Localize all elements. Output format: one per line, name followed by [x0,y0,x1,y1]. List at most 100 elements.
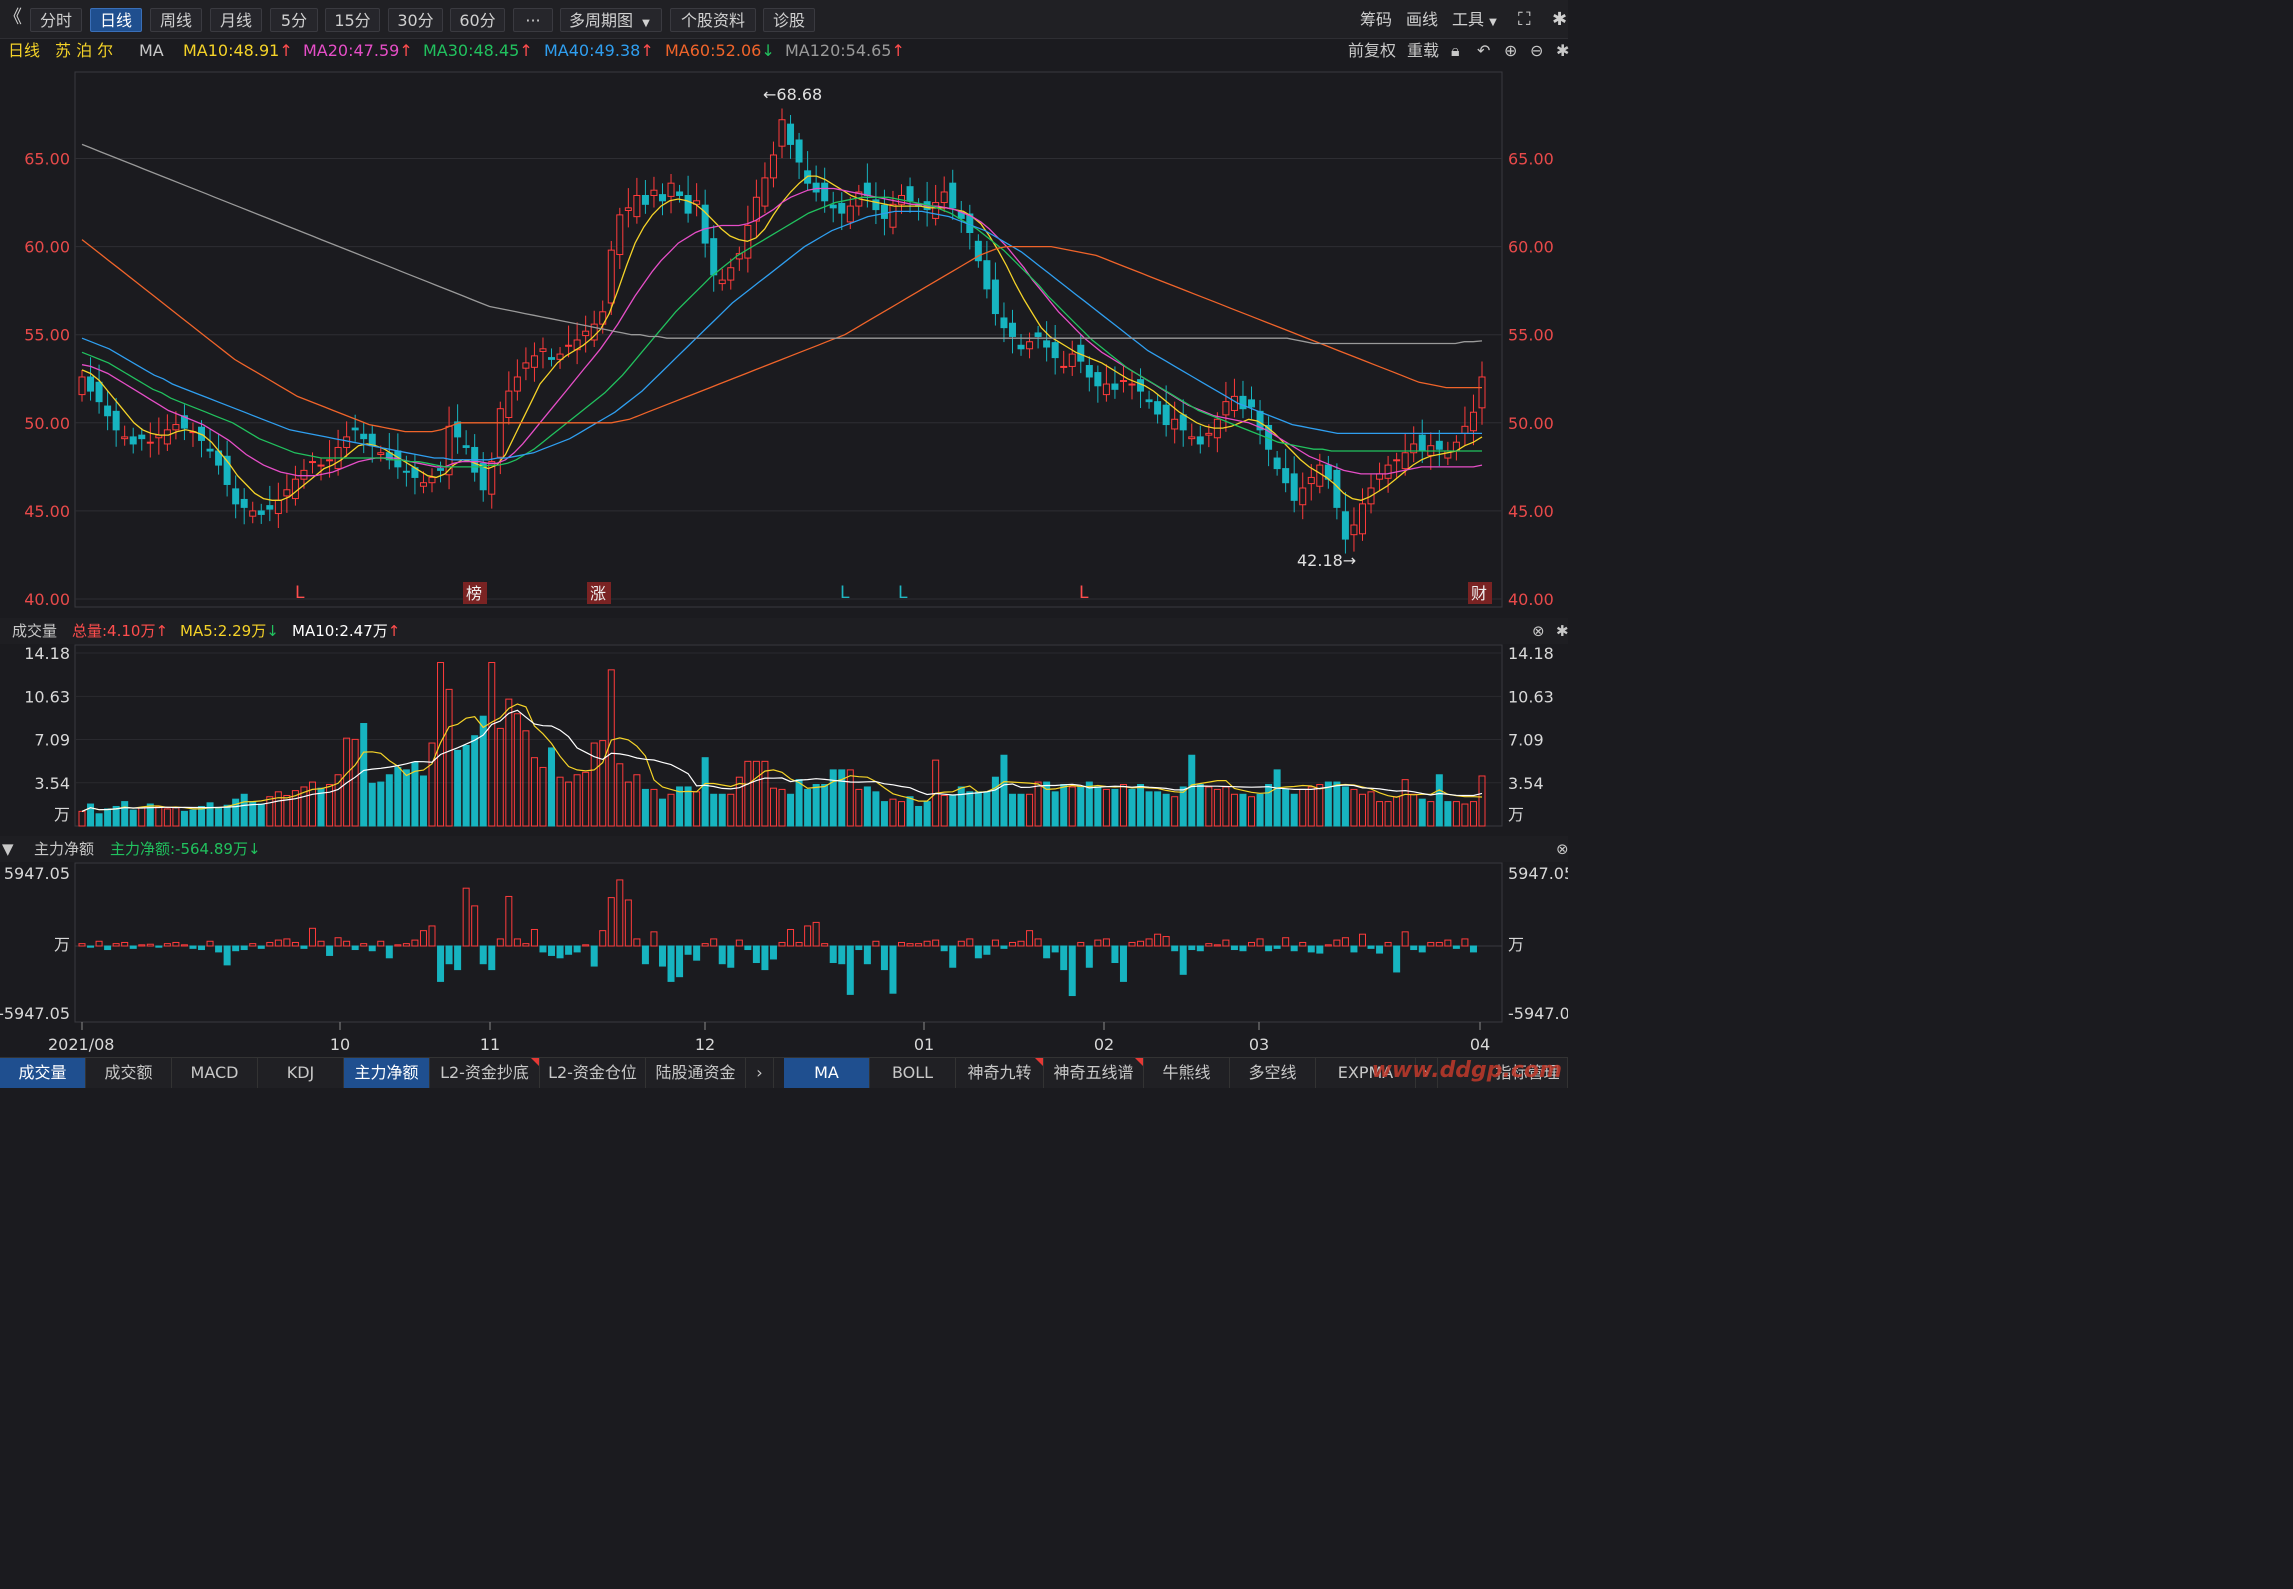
mainforce-value-text: 主力净额:-564.89万 [110,840,248,858]
volume-bar [326,784,334,827]
tab-turnover[interactable]: 成交额 [86,1058,172,1088]
close-icon[interactable]: ⊗ [1532,618,1545,644]
volume-bar [658,798,666,827]
volume-bar [1333,781,1341,827]
tab-l2-bottom[interactable]: L2-资金抄底 [430,1058,540,1088]
mainforce-bar [548,945,556,956]
mainforce-bar [744,945,752,951]
mainforce-bar [146,943,154,947]
mainforce-bar [462,887,470,947]
marker-cai[interactable]: 财 [1471,584,1487,603]
mainforce-bar [249,943,257,947]
mainforce-bar [1162,936,1170,947]
volume-title[interactable]: 成交量 [12,618,57,644]
candle-body [1043,340,1051,348]
candle-body [1119,380,1127,383]
kline-chart[interactable]: 65.00 65.00 60.00 60.00 55.00 55.00 50.00 50.00… [0,0,1568,1057]
mainforce-bar [411,939,419,947]
marker-l-3[interactable]: L [898,583,908,603]
volume-bar [419,775,427,827]
tab-hk-connect[interactable]: 陆股通资金 [646,1058,746,1088]
price-tick-label-left: 55.00 [24,326,70,345]
volume-bar [1137,784,1145,827]
marker-l-1[interactable]: L [295,583,305,603]
chevron-right-icon[interactable]: › [746,1058,774,1088]
candle-body [1196,436,1204,445]
mainforce-bar [257,945,265,949]
candle-body [607,249,615,304]
tab-magic-five[interactable]: 神奇五线谱 [1044,1058,1144,1088]
tab-mainforce[interactable]: 主力净额 [344,1058,430,1088]
tab-volume[interactable]: 成交量 [0,1058,86,1088]
candle-body [232,488,240,505]
mainforce-bar [855,945,863,951]
mainforce-tick-label-left: 5947.05 [4,864,70,883]
candle-body [1179,414,1187,431]
volume-bar [377,781,385,827]
candle-body [778,119,786,147]
volume-bar [804,788,812,827]
marker-l-2[interactable]: L [840,583,850,603]
tab-macd[interactable]: MACD [172,1058,258,1088]
mainforce-bar [1333,939,1341,947]
candle-body [402,470,410,473]
volume-bar [1128,788,1136,827]
volume-bar [155,805,163,827]
volume-bar [1307,786,1315,827]
marker-l-4[interactable]: L [1079,583,1089,603]
tab-boll[interactable]: BOLL [870,1058,956,1088]
volume-bar [104,808,112,827]
candle-body [838,202,846,214]
mainforce-bar [291,941,299,947]
gear-icon[interactable]: ✱ [1556,618,1569,644]
volume-bar [121,801,129,827]
tab-bull-bear[interactable]: 牛熊线 [1144,1058,1230,1088]
candle-body [829,204,837,209]
candle-body [496,408,504,458]
volume-bar [189,809,197,827]
mainforce-bar [1000,945,1008,949]
volume-bar [1401,779,1409,827]
close-icon[interactable]: ⊗ [1556,836,1569,862]
marker-zhang[interactable]: 涨 [590,584,606,603]
mainforce-bar [360,943,368,947]
volume-bar [1393,796,1401,827]
candle-body [240,498,248,508]
candle-body [291,478,299,500]
price-tick-label-right: 40.00 [1508,590,1554,609]
volume-bar [1026,793,1034,827]
tab-ma[interactable]: MA [784,1058,870,1088]
candle-body [889,203,897,228]
marker-bang[interactable]: 榜 [466,584,482,603]
panel-frame [74,71,1503,608]
tab-long-short[interactable]: 多空线 [1230,1058,1316,1088]
tab-magic-nine[interactable]: 神奇九转 [956,1058,1044,1088]
volume-bar [983,791,991,827]
candle-body [300,469,308,480]
candle-body [1239,395,1247,410]
mainforce-title[interactable]: 主力净额 [34,836,94,862]
candle-body [377,452,385,456]
volume-bar [1265,784,1273,827]
volume-bar [1239,793,1247,827]
candle-body [1461,425,1469,434]
volume-bar [565,781,573,827]
candle-body [266,505,274,510]
tab-kdj[interactable]: KDJ [258,1058,344,1088]
volume-bar [974,791,982,827]
candle-body [1034,332,1042,337]
collapse-panel-icon[interactable]: ▼ [2,836,14,862]
candle-body [1282,468,1290,484]
volume-bar [991,776,999,827]
mainforce-bar [180,944,188,947]
volume-bar [650,788,658,827]
mainforce-bar [240,945,248,951]
candle-body [1341,511,1349,540]
volume-bar [539,766,547,827]
mainforce-bar [1077,941,1085,947]
mainforce-bar [949,945,957,968]
tab-l2-position[interactable]: L2-资金仓位 [540,1058,646,1088]
mainforce-bar [326,945,334,956]
mainforce-bar [539,945,547,953]
volume-bar [1230,793,1238,827]
